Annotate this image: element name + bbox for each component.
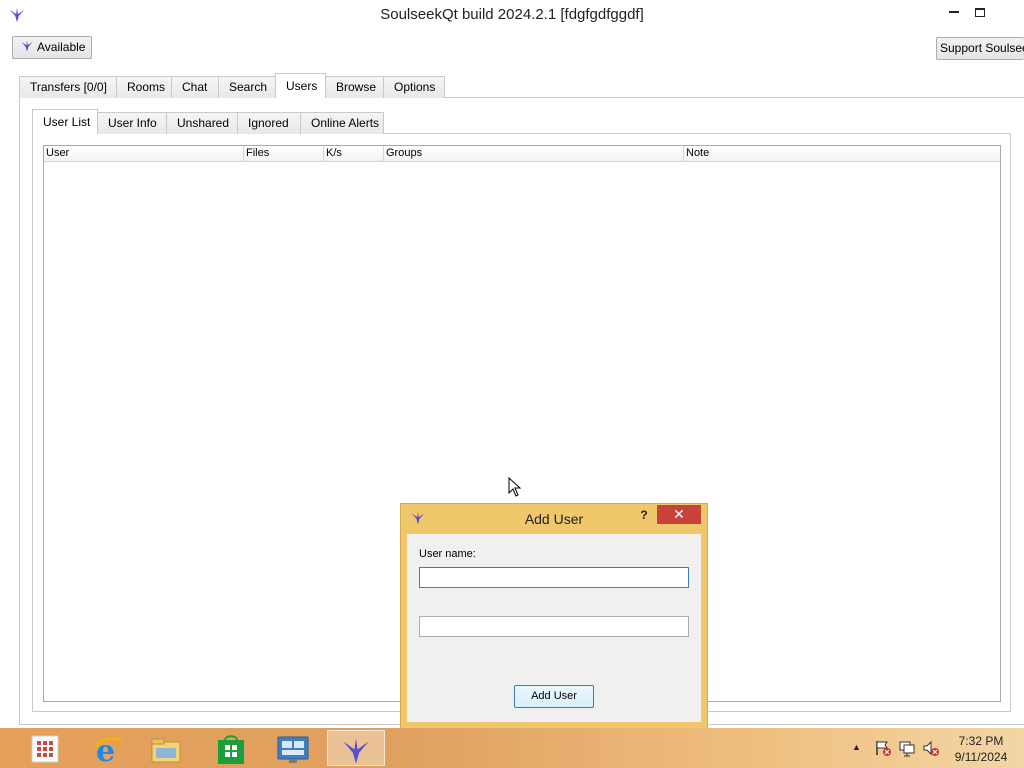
file-explorer-button[interactable] bbox=[138, 730, 194, 766]
start-grid-icon bbox=[31, 735, 59, 763]
soulseek-icon bbox=[343, 738, 369, 764]
username-input[interactable] bbox=[419, 567, 689, 588]
toolbar: Available Support Soulseek bbox=[0, 30, 1024, 66]
column-header-files[interactable]: Files bbox=[244, 146, 324, 162]
support-soulseek-button[interactable]: Support Soulseek bbox=[936, 37, 1024, 60]
clock[interactable]: 7:32 PM 9/11/2024 bbox=[946, 733, 1016, 765]
start-button[interactable] bbox=[18, 730, 74, 766]
internet-explorer-icon: e bbox=[93, 734, 124, 766]
close-button[interactable]: ✕ bbox=[657, 505, 701, 524]
tab-user-list[interactable]: User List bbox=[32, 109, 98, 134]
maximize-icon bbox=[975, 7, 985, 17]
secondary-input[interactable] bbox=[419, 616, 689, 637]
column-header-user[interactable]: User bbox=[44, 146, 244, 162]
add-user-dialog: Add User ? ✕ User name: Add User bbox=[400, 503, 708, 729]
window-title: SoulseekQt build 2024.2.1 [fdgfgdfggdf] bbox=[380, 6, 644, 23]
windows-store-button[interactable] bbox=[203, 730, 259, 766]
remote-desktop-button[interactable] bbox=[264, 730, 320, 766]
clock-time: 7:32 PM bbox=[958, 734, 1004, 748]
column-header-speed[interactable]: K/s bbox=[324, 146, 384, 162]
tab-online-alerts[interactable]: Online Alerts bbox=[300, 112, 384, 134]
dialog-body: User name: Add User bbox=[407, 534, 701, 722]
show-hidden-icons-button[interactable]: ▲ bbox=[852, 742, 861, 752]
tab-ignored[interactable]: Ignored bbox=[237, 112, 301, 134]
users-tab-bar: User List User Info Unshared Ignored Onl… bbox=[32, 109, 384, 134]
taskbar: e ▲ 7:32 PM 9/11/2024 bbox=[0, 728, 1024, 768]
tab-rooms[interactable]: Rooms bbox=[116, 76, 172, 98]
tab-users[interactable]: Users bbox=[275, 73, 326, 98]
maximize-button[interactable] bbox=[966, 0, 994, 24]
remote-desktop-icon bbox=[277, 736, 309, 763]
username-label: User name: bbox=[419, 548, 476, 560]
mouse-cursor-icon bbox=[508, 477, 522, 497]
tab-options[interactable]: Options bbox=[383, 76, 445, 98]
table-header: User Files K/s Groups Note bbox=[44, 146, 1000, 162]
column-header-groups[interactable]: Groups bbox=[384, 146, 684, 162]
title-bar: SoulseekQt build 2024.2.1 [fdgfgdfggdf] bbox=[0, 0, 1024, 30]
windows-store-icon bbox=[218, 735, 244, 764]
network-icon[interactable] bbox=[898, 739, 916, 757]
status-label: Available bbox=[37, 40, 86, 54]
soulseek-bird-icon bbox=[21, 40, 33, 52]
add-user-button[interactable]: Add User bbox=[514, 685, 594, 708]
clock-date: 9/11/2024 bbox=[954, 750, 1008, 764]
tab-user-info[interactable]: User Info bbox=[97, 112, 167, 134]
minimize-icon bbox=[949, 11, 959, 14]
internet-explorer-button[interactable]: e bbox=[80, 730, 136, 766]
tab-search[interactable]: Search bbox=[218, 76, 276, 98]
tab-unshared[interactable]: Unshared bbox=[166, 112, 238, 134]
tab-chat[interactable]: Chat bbox=[171, 76, 219, 98]
minimize-button[interactable] bbox=[940, 0, 968, 24]
file-explorer-icon bbox=[151, 738, 181, 763]
column-header-note[interactable]: Note bbox=[684, 146, 1000, 162]
main-tab-bar: Transfers [0/0] Rooms Chat Search Users … bbox=[19, 73, 445, 98]
status-available-button[interactable]: Available bbox=[12, 36, 92, 59]
tab-browse[interactable]: Browse bbox=[325, 76, 384, 98]
help-button[interactable]: ? bbox=[637, 508, 651, 526]
tab-transfers[interactable]: Transfers [0/0] bbox=[19, 76, 117, 98]
soulseek-taskbar-button[interactable] bbox=[327, 730, 385, 766]
volume-muted-icon[interactable] bbox=[922, 739, 940, 757]
action-center-flag-icon[interactable] bbox=[874, 739, 892, 757]
